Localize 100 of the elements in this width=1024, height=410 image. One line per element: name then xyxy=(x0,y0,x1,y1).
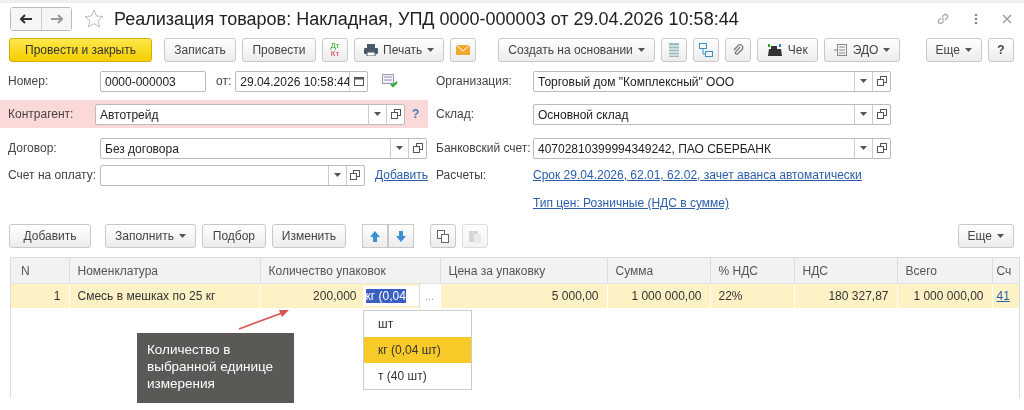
column-header[interactable]: Сумма xyxy=(607,258,710,284)
fill-button[interactable]: Заполнить xyxy=(105,224,196,248)
envelope-icon xyxy=(456,45,471,55)
column-header[interactable]: Всего xyxy=(897,258,992,284)
field-label: Контрагент: xyxy=(7,107,75,121)
table-cell: 180 327,87 xyxy=(794,283,897,308)
clipboard-icon xyxy=(468,229,481,243)
caret-icon xyxy=(427,48,435,52)
edo-button[interactable]: ЭДО xyxy=(823,38,901,62)
field-label: Организация: xyxy=(435,74,513,88)
arrow-up-icon xyxy=(369,230,380,242)
copy-icon xyxy=(436,229,449,243)
edit-button[interactable]: Изменить xyxy=(271,224,346,248)
column-header[interactable]: Номенклатура xyxy=(69,258,260,284)
table-cell-text: 200,000 xyxy=(312,289,358,303)
caret-icon xyxy=(860,112,867,116)
printer-icon xyxy=(364,44,378,56)
windows-icon xyxy=(350,170,361,180)
post-and-close-button[interactable]: Провести и закрыть xyxy=(9,38,152,62)
column-header[interactable]: N xyxy=(11,258,69,284)
pick-button[interactable]: Подбор xyxy=(201,224,266,248)
star-icon[interactable] xyxy=(84,9,104,29)
add-link[interactable]: Добавить xyxy=(374,168,428,182)
column-header[interactable]: Количество упаковок xyxy=(260,258,440,284)
column-header[interactable]: НДС xyxy=(794,258,897,284)
dropdown-option[interactable]: шт xyxy=(364,311,471,337)
windows-icon xyxy=(876,76,887,86)
input-field[interactable]: Основной склад xyxy=(533,103,891,125)
table-cell: 5 000,00 xyxy=(440,283,607,308)
move-up-button[interactable] xyxy=(361,224,388,248)
input-field[interactable]: 0000-000003 xyxy=(100,70,206,92)
more-button[interactable]: Еще xyxy=(957,224,1014,248)
caret-icon xyxy=(637,48,645,52)
caret-icon xyxy=(396,146,403,150)
caret-icon xyxy=(997,234,1004,238)
help-button[interactable]: ? xyxy=(988,38,1014,62)
column-header[interactable]: Цена за упаковку xyxy=(440,258,607,284)
dropdown-option[interactable]: т (40 шт) xyxy=(364,363,471,389)
windows-icon xyxy=(390,109,401,119)
windows-icon xyxy=(876,143,887,153)
unit-input-field[interactable]: кг (0,04 xyxy=(362,286,419,306)
input-field[interactable]: 40702810399994349242, ПАО СБЕРБАНК xyxy=(533,137,891,159)
input-field[interactable]: Автотрейд xyxy=(95,103,405,125)
arrow-right-icon xyxy=(50,14,63,24)
column-header[interactable]: % НДС xyxy=(710,258,794,284)
windows-icon xyxy=(412,143,423,153)
field-label: Расчеты: xyxy=(435,168,488,182)
field-label: от: xyxy=(216,74,232,88)
print-button[interactable]: Печать xyxy=(354,38,445,62)
table-cell: Смесь в мешках по 25 кг xyxy=(69,283,260,308)
input-field[interactable]: 29.04.2026 10:58:44 xyxy=(235,70,369,92)
input-field[interactable]: Торговый дом "Комплексный" ООО xyxy=(533,70,891,92)
price-type-link[interactable]: Тип цен: Розничные (НДС в сумме) xyxy=(533,196,729,210)
document-check-icon[interactable] xyxy=(382,74,399,88)
move-down-button[interactable] xyxy=(387,224,414,248)
receipt-button[interactable]: Чек xyxy=(756,38,818,62)
caret-icon xyxy=(374,112,381,116)
callout-note: Количество в выбранной единице измерения xyxy=(137,333,294,403)
caret-icon xyxy=(178,234,186,238)
input-field[interactable]: Без договора xyxy=(100,137,427,159)
attach-button[interactable] xyxy=(724,38,751,62)
caret-icon xyxy=(333,173,341,177)
add-button[interactable]: Добавить xyxy=(9,224,91,248)
caret-icon xyxy=(965,48,972,52)
field-label: Счет на оплату: xyxy=(7,168,98,182)
field-label: Номер: xyxy=(7,74,50,88)
open-button[interactable] xyxy=(872,138,890,158)
save-button[interactable]: Записать xyxy=(164,38,236,62)
structure-icon xyxy=(698,43,713,57)
table-cell: 1 000 000,00 xyxy=(607,283,710,308)
structure-button[interactable] xyxy=(692,38,719,62)
more-button[interactable]: Еще xyxy=(925,38,982,62)
input-field[interactable] xyxy=(99,164,365,186)
more-icon[interactable] xyxy=(974,12,978,26)
post-button[interactable]: Провести xyxy=(242,38,316,62)
windows-icon xyxy=(876,109,887,119)
pointer-arrow xyxy=(238,309,290,331)
field-label: Банковский счет: xyxy=(435,141,532,155)
table-cell: 1 000 000,00 xyxy=(897,283,992,308)
field-label: Договор: xyxy=(7,141,58,155)
create-based-on-button[interactable]: Создать на основании xyxy=(498,38,655,62)
debit-credit-button[interactable]: Дт Кт xyxy=(322,38,348,62)
open-button[interactable] xyxy=(386,104,404,124)
document-arrow-icon xyxy=(833,44,848,56)
calendar-icon xyxy=(353,76,364,86)
open-button[interactable] xyxy=(872,71,890,91)
open-button[interactable] xyxy=(408,138,426,158)
back-button[interactable] xyxy=(11,8,41,30)
caret-icon xyxy=(883,48,891,52)
arrow-left-icon xyxy=(20,14,32,24)
table-cell: 1 xyxy=(11,283,69,308)
dropdown-option[interactable]: кг (0,04 шт) xyxy=(364,337,471,363)
cash-register-icon xyxy=(766,44,783,56)
open-button[interactable] xyxy=(872,104,890,124)
copy-button[interactable] xyxy=(429,224,456,248)
close-icon[interactable] xyxy=(1002,14,1012,24)
column-header[interactable]: Сч xyxy=(992,258,1019,284)
window-title: Реализация товаров: Накладная, УПД 0000-000003 от 29.04.2026 10:58:44 xyxy=(114,8,739,30)
payments-link[interactable]: Срок 29.04.2026, 62.01, 62.02, зачет аванса автоматически xyxy=(533,168,862,182)
caret-icon xyxy=(860,79,867,83)
